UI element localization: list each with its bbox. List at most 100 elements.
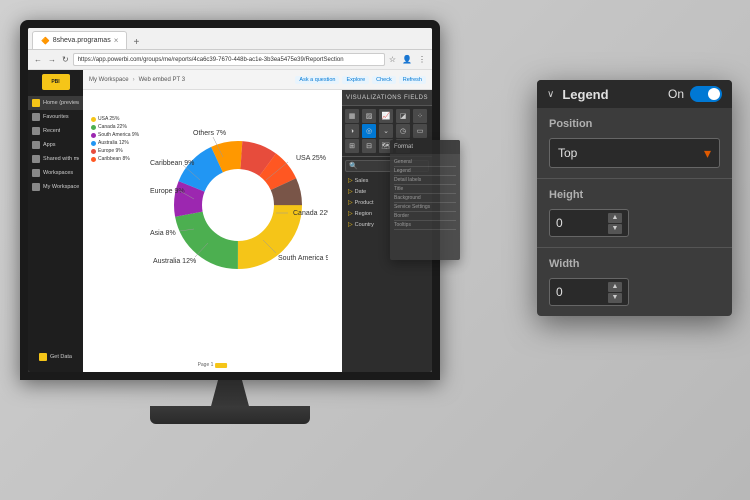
tab-label: 8sheva.programas	[53, 37, 111, 44]
viz-card[interactable]: ▭	[413, 124, 427, 138]
browser-tab-active[interactable]: 🔶 8sheva.programas ×	[32, 31, 127, 49]
width-label: Width	[549, 258, 720, 270]
viz-column-chart[interactable]: ▨	[362, 109, 376, 123]
label-asia: Asia 8%	[150, 230, 176, 237]
mini-field-7: Border	[394, 212, 456, 221]
field-icon-sales: ▷	[348, 177, 353, 184]
legend-item-south-america: South America 9%	[91, 131, 139, 139]
scatter-icon: ⁘	[417, 112, 423, 120]
viz-funnel[interactable]: ⌄	[379, 124, 393, 138]
folder-icon	[32, 169, 40, 177]
width-up-button[interactable]: ▲	[608, 282, 622, 292]
tab-favicon: 🔶	[41, 37, 50, 45]
sidebar-item-shared[interactable]: Shared with me	[28, 152, 83, 166]
legend-section-title: Legend	[562, 87, 608, 102]
viz-line-chart[interactable]: 📈	[379, 109, 393, 123]
legend-label-usa: USA 25%	[98, 115, 119, 123]
height-spinners: ▲ ▼	[608, 213, 622, 234]
matrix-icon: ⊟	[366, 142, 372, 150]
area-icon: ◪	[400, 112, 407, 120]
legend-toggle-switch[interactable]	[690, 86, 722, 102]
powerbi-content: USA 25% Canada 22% South America 9%	[83, 90, 432, 372]
tab-close-button[interactable]: ×	[114, 36, 119, 45]
toggle-knob	[708, 88, 720, 100]
address-bar[interactable]: https://app.powerbi.com/groups/me/report…	[73, 53, 385, 66]
sidebar-label: Recent	[43, 128, 60, 134]
powerbi-header: My Workspace › Web embed PT 3 Ask a ques…	[83, 70, 432, 90]
width-number-row: 0 ▲ ▼	[549, 278, 720, 306]
check-button[interactable]: Check	[372, 76, 396, 84]
height-down-button[interactable]: ▼	[608, 224, 622, 234]
legend-chevron-icon[interactable]: ∨	[547, 89, 554, 100]
mini-field-5: Background	[394, 194, 456, 203]
viz-pie-chart[interactable]: ◑	[345, 124, 359, 138]
refresh-button[interactable]: ↻	[60, 54, 71, 65]
sidebar-item-favourites[interactable]: Favourites	[28, 110, 83, 124]
position-section: Position Top ▾	[537, 108, 732, 179]
viz-bar-chart[interactable]: ▦	[345, 109, 359, 123]
label-others: Others 7%	[193, 130, 226, 137]
get-data-icon	[39, 353, 47, 361]
forward-button[interactable]: →	[46, 54, 58, 65]
viz-panel-header: VISUALIZATIONS FIELDS	[342, 90, 432, 106]
pie-icon: ◑	[350, 128, 354, 135]
height-input[interactable]: 0 ▲ ▼	[549, 209, 629, 237]
workspace-label: My Workspace	[89, 77, 129, 83]
dropdown-arrow-icon: ▾	[704, 145, 711, 162]
sidebar-label: Workspaces	[43, 170, 73, 176]
mini-panel-body: General Legend Detail labels Title Backg…	[390, 154, 460, 234]
ask-question-button[interactable]: Ask a question	[295, 76, 339, 84]
width-value: 0	[556, 285, 563, 299]
height-value: 0	[556, 216, 563, 230]
viz-area-chart[interactable]: ◪	[396, 109, 410, 123]
sidebar-item-workspaces[interactable]: Workspaces	[28, 166, 83, 180]
new-tab-button[interactable]: +	[129, 35, 143, 49]
sidebar-item-recent[interactable]: Recent	[28, 124, 83, 138]
monitor-base	[150, 406, 310, 424]
refresh-report-button[interactable]: Refresh	[399, 76, 426, 84]
powerbi-logo: PBI	[42, 74, 70, 90]
explore-button[interactable]: Explore	[342, 76, 369, 84]
settings-icon[interactable]: ⋮	[416, 54, 428, 65]
width-down-button[interactable]: ▼	[608, 293, 622, 303]
donut-chart-container: USA 25% Canada 22% South America 9% Aust…	[138, 120, 338, 290]
mini-panel-title: Format	[394, 144, 413, 150]
viz-matrix[interactable]: ⊟	[362, 139, 376, 153]
sidebar-label: My Workspace	[43, 184, 79, 190]
legend-label-south-america: South America 9%	[98, 131, 139, 139]
user-icon[interactable]: 👤	[400, 54, 414, 65]
viz-donut-chart[interactable]: ◎	[362, 124, 376, 138]
browser-toolbar: ← → ↻ https://app.powerbi.com/groups/me/…	[28, 50, 432, 70]
legend-item-canada: Canada 22%	[91, 123, 139, 131]
viz-table[interactable]: ⊞	[345, 139, 359, 153]
bookmark-icon[interactable]: ☆	[387, 54, 398, 65]
label-usa: USA 25%	[296, 155, 326, 162]
height-up-button[interactable]: ▲	[608, 213, 622, 223]
powerbi-sidebar: PBI Home (preview) Favourites Recent	[28, 70, 83, 372]
sidebar-item-get-data[interactable]: Get Data	[35, 350, 76, 364]
back-button[interactable]: ←	[32, 54, 44, 65]
viz-gauge[interactable]: ◷	[396, 124, 410, 138]
card-icon: ▭	[417, 127, 424, 135]
field-label-date: Date	[355, 189, 367, 195]
page-label: Page 1	[198, 362, 214, 368]
field-icon-country: ▷	[348, 221, 353, 228]
sidebar-item-apps[interactable]: Apps	[28, 138, 83, 152]
viz-scatter-chart[interactable]: ⁘	[413, 109, 427, 123]
my-workspace-icon	[32, 183, 40, 191]
width-spinners: ▲ ▼	[608, 282, 622, 303]
browser-tabs: 🔶 8sheva.programas × +	[28, 28, 432, 50]
legend-dot-south-america	[91, 133, 96, 138]
col-icon: ▨	[366, 112, 373, 120]
sidebar-item-my-workspace[interactable]: My Workspace	[28, 180, 83, 194]
search-icon: 🔍	[349, 162, 358, 170]
mini-field-3: Detail labels	[394, 176, 456, 185]
gauge-icon: ◷	[400, 127, 406, 135]
sidebar-label: Get Data	[50, 354, 72, 360]
width-section: Width 0 ▲ ▼	[537, 248, 732, 316]
share-icon	[32, 155, 40, 163]
width-input[interactable]: 0 ▲ ▼	[549, 278, 629, 306]
position-dropdown[interactable]: Top ▾	[549, 138, 720, 168]
report-canvas[interactable]: USA 25% Canada 22% South America 9%	[83, 90, 342, 372]
sidebar-item-home[interactable]: Home (preview)	[28, 96, 83, 110]
